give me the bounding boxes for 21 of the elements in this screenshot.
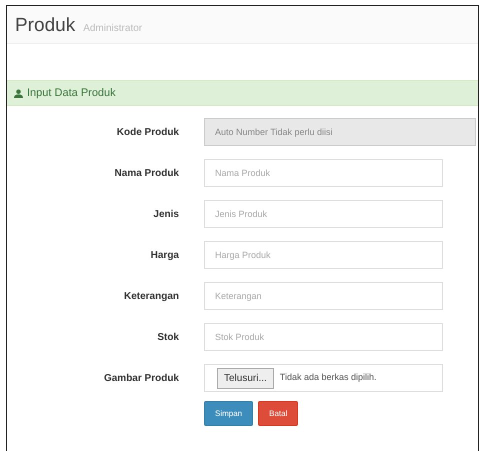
field-label: Stok: [156, 330, 180, 344]
page-title: Produk: [15, 16, 76, 35]
field-label: Harga: [150, 248, 180, 262]
cancel-button[interactable]: Batal: [258, 401, 298, 426]
user-icon: [14, 88, 23, 98]
browse-button[interactable]: Telusuri...: [217, 368, 274, 388]
page-subtitle: Administrator: [83, 24, 142, 35]
field-label: Nama Produk: [114, 166, 180, 180]
panel-title: Input Data Produk: [27, 86, 116, 101]
field-label: Jenis: [152, 208, 180, 222]
text-field[interactable]: Keterangan: [204, 282, 443, 310]
text-field[interactable]: Stok Produk: [204, 323, 443, 351]
field-label: Kode Produk: [116, 126, 180, 140]
save-button[interactable]: Simpan: [204, 401, 254, 426]
field-label: Gambar Produk: [102, 372, 180, 386]
text-field[interactable]: Nama Produk: [204, 159, 443, 187]
field-label: Keterangan: [122, 290, 180, 304]
text-field[interactable]: Harga Produk: [204, 241, 443, 269]
file-status: Tidak ada berkas dipilih.: [280, 371, 377, 384]
text-field[interactable]: Jenis Produk: [204, 200, 443, 228]
file-field[interactable]: Telusuri... Tidak ada berkas dipilih.: [204, 364, 443, 392]
